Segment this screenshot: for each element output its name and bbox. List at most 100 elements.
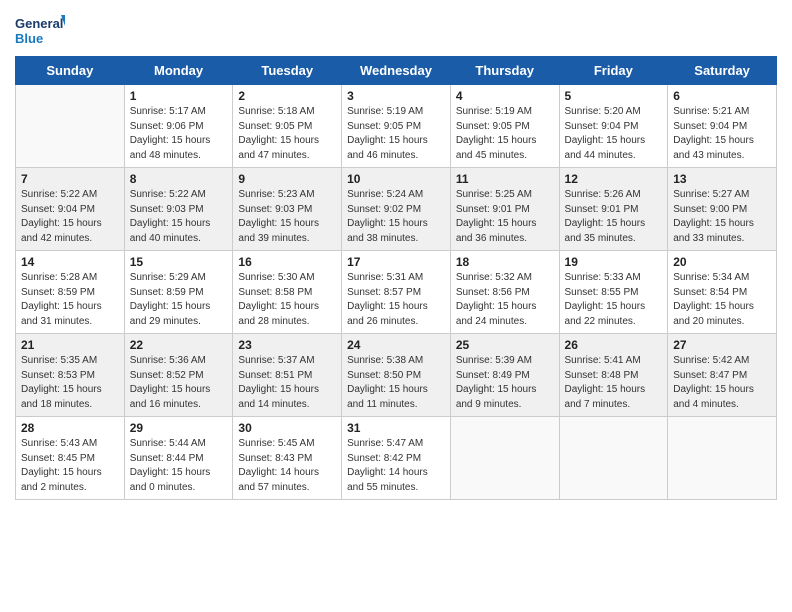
- day-number: 2: [238, 89, 336, 103]
- day-number: 20: [673, 255, 771, 269]
- logo-svg: General Blue: [15, 10, 65, 50]
- day-info: Sunrise: 5:34 AMSunset: 8:54 PMDaylight:…: [673, 271, 771, 329]
- day-number: 28: [21, 421, 119, 435]
- day-number: 5: [565, 89, 663, 103]
- calendar-cell: 4Sunrise: 5:19 AMSunset: 9:05 PMDaylight…: [450, 85, 559, 168]
- day-info: Sunrise: 5:39 AMSunset: 8:49 PMDaylight:…: [456, 354, 554, 412]
- calendar-cell: 30 Sunrise: 5:45 AMSunset: 8:43 PMDayligh…: [233, 417, 342, 500]
- day-info: Sunrise: 5:20 AMSunset: 9:04 PMDaylight:…: [565, 105, 663, 163]
- calendar-cell: 20 Sunrise: 5:34 AMSunset: 8:54 PMDayligh…: [668, 251, 777, 334]
- day-number: 19: [565, 255, 663, 269]
- calendar-cell: [668, 417, 777, 500]
- day-info: Sunrise: 5:24 AMSunset: 9:02 PMDaylight:…: [347, 188, 445, 246]
- day-number: 4: [456, 89, 554, 103]
- calendar-cell: 29 Sunrise: 5:44 AMSunset: 8:44 PMDayligh…: [124, 417, 233, 500]
- calendar-cell: 23 Sunrise: 5:37 AMSunset: 8:51 PMDayligh…: [233, 334, 342, 417]
- calendar-cell: 13Sunrise: 5:27 AMSunset: 9:00 PMDayligh…: [668, 168, 777, 251]
- day-number: 11: [456, 172, 554, 186]
- day-number: 13: [673, 172, 771, 186]
- day-number: 15: [130, 255, 228, 269]
- calendar-body: 1 Sunrise: 5:17 AMSunset: 9:06 PMDaylight…: [16, 85, 777, 500]
- calendar-cell: 22 Sunrise: 5:36 AMSunset: 8:52 PMDayligh…: [124, 334, 233, 417]
- calendar-cell: 31 Sunrise: 5:47 AMSunset: 8:42 PMDayligh…: [342, 417, 451, 500]
- calendar-cell: 28 Sunrise: 5:43 AMSunset: 8:45 PMDayligh…: [16, 417, 125, 500]
- day-info: Sunrise: 5:21 AMSunset: 9:04 PMDaylight:…: [673, 105, 771, 163]
- calendar-cell: 19 Sunrise: 5:33 AMSunset: 8:55 PMDayligh…: [559, 251, 668, 334]
- day-number: 16: [238, 255, 336, 269]
- page-header: General Blue: [15, 10, 777, 50]
- weekday-header-wednesday: Wednesday: [342, 57, 451, 85]
- day-number: 9: [238, 172, 336, 186]
- calendar-cell: 25 Sunrise: 5:39 AMSunset: 8:49 PMDayligh…: [450, 334, 559, 417]
- day-number: 21: [21, 338, 119, 352]
- calendar-week-row: 28 Sunrise: 5:43 AMSunset: 8:45 PMDayligh…: [16, 417, 777, 500]
- day-info: Sunrise: 5:37 AMSunset: 8:51 PMDaylight:…: [238, 354, 336, 412]
- day-number: 17: [347, 255, 445, 269]
- calendar-cell: [450, 417, 559, 500]
- day-info: Sunrise: 5:44 AMSunset: 8:44 PMDaylight:…: [130, 437, 228, 495]
- weekday-header-friday: Friday: [559, 57, 668, 85]
- weekday-header-row: SundayMondayTuesdayWednesdayThursdayFrid…: [16, 57, 777, 85]
- day-number: 14: [21, 255, 119, 269]
- day-number: 23: [238, 338, 336, 352]
- calendar-cell: 16 Sunrise: 5:30 AMSunset: 8:58 PMDayligh…: [233, 251, 342, 334]
- calendar-cell: 12 Sunrise: 5:26 AMSunset: 9:01 PMDayligh…: [559, 168, 668, 251]
- day-number: 7: [21, 172, 119, 186]
- day-info: Sunrise: 5:47 AMSunset: 8:42 PMDaylight:…: [347, 437, 445, 495]
- day-number: 8: [130, 172, 228, 186]
- day-number: 30: [238, 421, 336, 435]
- day-info: Sunrise: 5:45 AMSunset: 8:43 PMDaylight:…: [238, 437, 336, 495]
- calendar-cell: 10 Sunrise: 5:24 AMSunset: 9:02 PMDayligh…: [342, 168, 451, 251]
- day-info: Sunrise: 5:17 AMSunset: 9:06 PMDaylight:…: [130, 105, 228, 163]
- day-info: Sunrise: 5:43 AMSunset: 8:45 PMDaylight:…: [21, 437, 119, 495]
- svg-text:Blue: Blue: [15, 31, 43, 46]
- day-info: Sunrise: 5:33 AMSunset: 8:55 PMDaylight:…: [565, 271, 663, 329]
- day-info: Sunrise: 5:29 AMSunset: 8:59 PMDaylight:…: [130, 271, 228, 329]
- day-info: Sunrise: 5:28 AMSunset: 8:59 PMDaylight:…: [21, 271, 119, 329]
- calendar-cell: 18Sunrise: 5:32 AMSunset: 8:56 PMDayligh…: [450, 251, 559, 334]
- calendar-cell: 24 Sunrise: 5:38 AMSunset: 8:50 PMDayligh…: [342, 334, 451, 417]
- day-number: 12: [565, 172, 663, 186]
- calendar-cell: 7 Sunrise: 5:22 AMSunset: 9:04 PMDaylight…: [16, 168, 125, 251]
- calendar-cell: 14 Sunrise: 5:28 AMSunset: 8:59 PMDayligh…: [16, 251, 125, 334]
- svg-text:General: General: [15, 16, 63, 31]
- day-number: 25: [456, 338, 554, 352]
- calendar-cell: 8 Sunrise: 5:22 AMSunset: 9:03 PMDaylight…: [124, 168, 233, 251]
- day-number: 22: [130, 338, 228, 352]
- calendar-cell: 5 Sunrise: 5:20 AMSunset: 9:04 PMDaylight…: [559, 85, 668, 168]
- day-number: 29: [130, 421, 228, 435]
- weekday-header-monday: Monday: [124, 57, 233, 85]
- day-number: 31: [347, 421, 445, 435]
- calendar-cell: 2Sunrise: 5:18 AMSunset: 9:05 PMDaylight…: [233, 85, 342, 168]
- day-info: Sunrise: 5:25 AMSunset: 9:01 PMDaylight:…: [456, 188, 554, 246]
- day-info: Sunrise: 5:30 AMSunset: 8:58 PMDaylight:…: [238, 271, 336, 329]
- calendar-header: SundayMondayTuesdayWednesdayThursdayFrid…: [16, 57, 777, 85]
- calendar-cell: 27Sunrise: 5:42 AMSunset: 8:47 PMDayligh…: [668, 334, 777, 417]
- day-info: Sunrise: 5:22 AMSunset: 9:03 PMDaylight:…: [130, 188, 228, 246]
- calendar-cell: 26Sunrise: 5:41 AMSunset: 8:48 PMDayligh…: [559, 334, 668, 417]
- calendar-cell: [559, 417, 668, 500]
- day-number: 3: [347, 89, 445, 103]
- day-info: Sunrise: 5:36 AMSunset: 8:52 PMDaylight:…: [130, 354, 228, 412]
- calendar-cell: 9 Sunrise: 5:23 AMSunset: 9:03 PMDaylight…: [233, 168, 342, 251]
- calendar-week-row: 7 Sunrise: 5:22 AMSunset: 9:04 PMDaylight…: [16, 168, 777, 251]
- calendar-cell: 3 Sunrise: 5:19 AMSunset: 9:05 PMDaylight…: [342, 85, 451, 168]
- day-info: Sunrise: 5:26 AMSunset: 9:01 PMDaylight:…: [565, 188, 663, 246]
- day-number: 1: [130, 89, 228, 103]
- day-info: Sunrise: 5:38 AMSunset: 8:50 PMDaylight:…: [347, 354, 445, 412]
- day-number: 24: [347, 338, 445, 352]
- day-info: Sunrise: 5:22 AMSunset: 9:04 PMDaylight:…: [21, 188, 119, 246]
- day-number: 6: [673, 89, 771, 103]
- day-info: Sunrise: 5:42 AMSunset: 8:47 PMDaylight:…: [673, 354, 771, 412]
- calendar-cell: 21 Sunrise: 5:35 AMSunset: 8:53 PMDayligh…: [16, 334, 125, 417]
- day-info: Sunrise: 5:23 AMSunset: 9:03 PMDaylight:…: [238, 188, 336, 246]
- day-info: Sunrise: 5:19 AMSunset: 9:05 PMDaylight:…: [347, 105, 445, 163]
- calendar-cell: 15 Sunrise: 5:29 AMSunset: 8:59 PMDayligh…: [124, 251, 233, 334]
- weekday-header-thursday: Thursday: [450, 57, 559, 85]
- day-number: 10: [347, 172, 445, 186]
- day-info: Sunrise: 5:35 AMSunset: 8:53 PMDaylight:…: [21, 354, 119, 412]
- day-info: Sunrise: 5:41 AMSunset: 8:48 PMDaylight:…: [565, 354, 663, 412]
- calendar-cell: 11 Sunrise: 5:25 AMSunset: 9:01 PMDayligh…: [450, 168, 559, 251]
- day-number: 18: [456, 255, 554, 269]
- weekday-header-sunday: Sunday: [16, 57, 125, 85]
